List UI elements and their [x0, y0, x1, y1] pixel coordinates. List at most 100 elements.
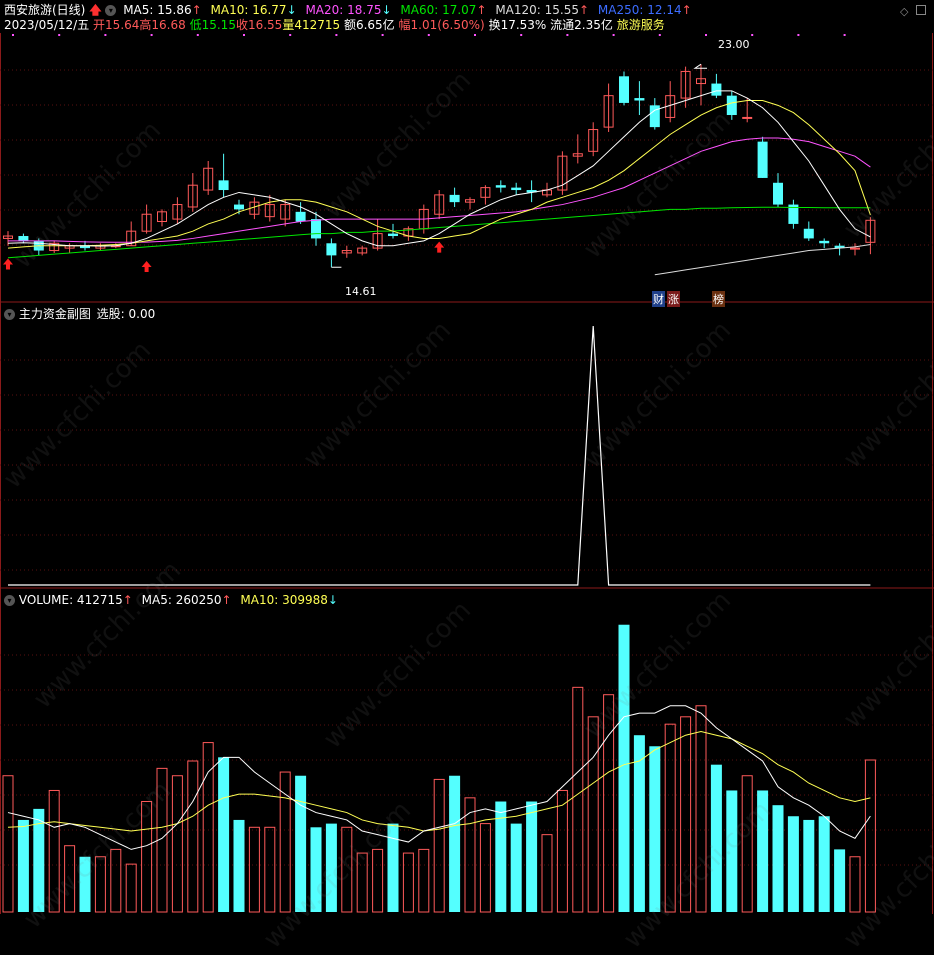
volume-bar: [310, 827, 322, 912]
candle-body: [511, 187, 522, 191]
volume-bar: [110, 848, 122, 913]
volume-bar: [17, 819, 29, 912]
volume-bar: [818, 816, 830, 912]
high-price-annotation: 23.00: [718, 38, 750, 51]
marker-dot: [58, 34, 61, 36]
volume-bar: [79, 856, 91, 912]
marker-dot: [427, 34, 430, 36]
candle-body: [803, 228, 814, 239]
candle-body: [757, 141, 768, 178]
volume-bar: [141, 801, 153, 913]
marker-dot: [150, 34, 153, 36]
volume-bar: [695, 705, 707, 913]
main-fund-line: [8, 325, 871, 586]
volume-bar: [356, 852, 368, 913]
volume-bar: [171, 775, 183, 913]
candle-body: [619, 76, 629, 103]
volume-bar: [48, 789, 60, 913]
limit-up-tag[interactable]: 涨: [667, 291, 680, 307]
candle-body: [388, 233, 398, 237]
volume-bar: [2, 775, 14, 913]
candle-body: [634, 98, 645, 101]
volume-bar: [187, 760, 199, 913]
buy-signal-arrow-icon: [141, 260, 152, 272]
volume-bar: [526, 801, 538, 912]
volume-bar: [741, 775, 753, 913]
marker-dot: [104, 34, 107, 36]
volume-bar: [402, 852, 414, 913]
volume-bar: [849, 856, 861, 913]
marker-dot: [289, 34, 292, 36]
volume-bar: [264, 826, 276, 913]
volume-bar: [649, 746, 661, 912]
rank-tag[interactable]: 榜: [712, 291, 725, 307]
candle-body: [495, 185, 506, 188]
buy-signal-arrow-icon: [434, 241, 445, 253]
candle-body: [449, 194, 460, 203]
marker-dot: [705, 34, 707, 36]
volume-bar: [387, 823, 399, 912]
volume-bar: [572, 686, 584, 913]
candle-body: [234, 204, 244, 210]
low-price-annotation: 14.61: [345, 285, 377, 298]
volume-bar: [325, 823, 337, 912]
volume-bar: [864, 759, 876, 913]
volume-bar: [556, 789, 568, 913]
volume-ma5-line: [7, 705, 871, 850]
volume-bar: [279, 771, 291, 913]
finance-tag[interactable]: 财: [652, 291, 665, 307]
volume-bar: [834, 849, 846, 912]
volume-bar: [449, 775, 461, 912]
volume-bar: [372, 848, 384, 913]
marker-dot: [612, 34, 615, 36]
ma5-line: [7, 90, 871, 247]
volume-bar: [202, 742, 214, 913]
marker-dot: [196, 34, 199, 36]
volume-bar: [803, 819, 815, 912]
candle-body: [218, 180, 229, 191]
marker-dot: [797, 34, 800, 36]
marker-dot: [243, 34, 245, 36]
marker-dot: [658, 34, 661, 36]
candle-body: [311, 219, 321, 239]
marker-dot: [751, 34, 754, 36]
ma120-line: [654, 243, 871, 276]
volume-bar: [587, 716, 599, 913]
candle-body: [773, 182, 783, 205]
buy-signal-arrow-icon: [3, 258, 13, 270]
volume-bar: [233, 819, 245, 912]
volume-bar: [433, 778, 445, 913]
marker-dot: [566, 34, 569, 36]
volume-bar: [664, 723, 676, 913]
candle-body: [850, 247, 860, 250]
volume-bar: [757, 790, 769, 912]
volume-bar: [218, 757, 230, 912]
volume-bar: [541, 834, 553, 913]
volume-bar: [680, 716, 692, 913]
volume-bar: [248, 826, 260, 913]
volume-bar: [418, 848, 430, 913]
marker-dot: [335, 34, 338, 36]
candle-body: [711, 83, 722, 96]
ma10-line: [7, 100, 871, 249]
volume-bar: [772, 805, 784, 912]
volume-bar: [726, 790, 738, 912]
volume-bar: [787, 816, 799, 912]
volume-bar: [341, 826, 353, 913]
volume-bar: [295, 775, 307, 912]
marker-dot: [12, 34, 14, 36]
candle-body: [819, 240, 830, 244]
marker-dot: [474, 34, 476, 36]
candle-body: [295, 211, 306, 222]
volume-bar: [618, 624, 630, 912]
candle-body: [726, 95, 737, 116]
volume-bar: [510, 823, 522, 912]
volume-bar: [710, 764, 722, 912]
marker-dot: [381, 34, 384, 36]
marker-dot: [843, 34, 846, 36]
volume-bar: [479, 823, 491, 913]
volume-ma10-line: [7, 731, 871, 832]
volume-bar: [125, 863, 137, 913]
candle-body: [18, 236, 29, 241]
chart-canvas[interactable]: [0, 0, 934, 914]
